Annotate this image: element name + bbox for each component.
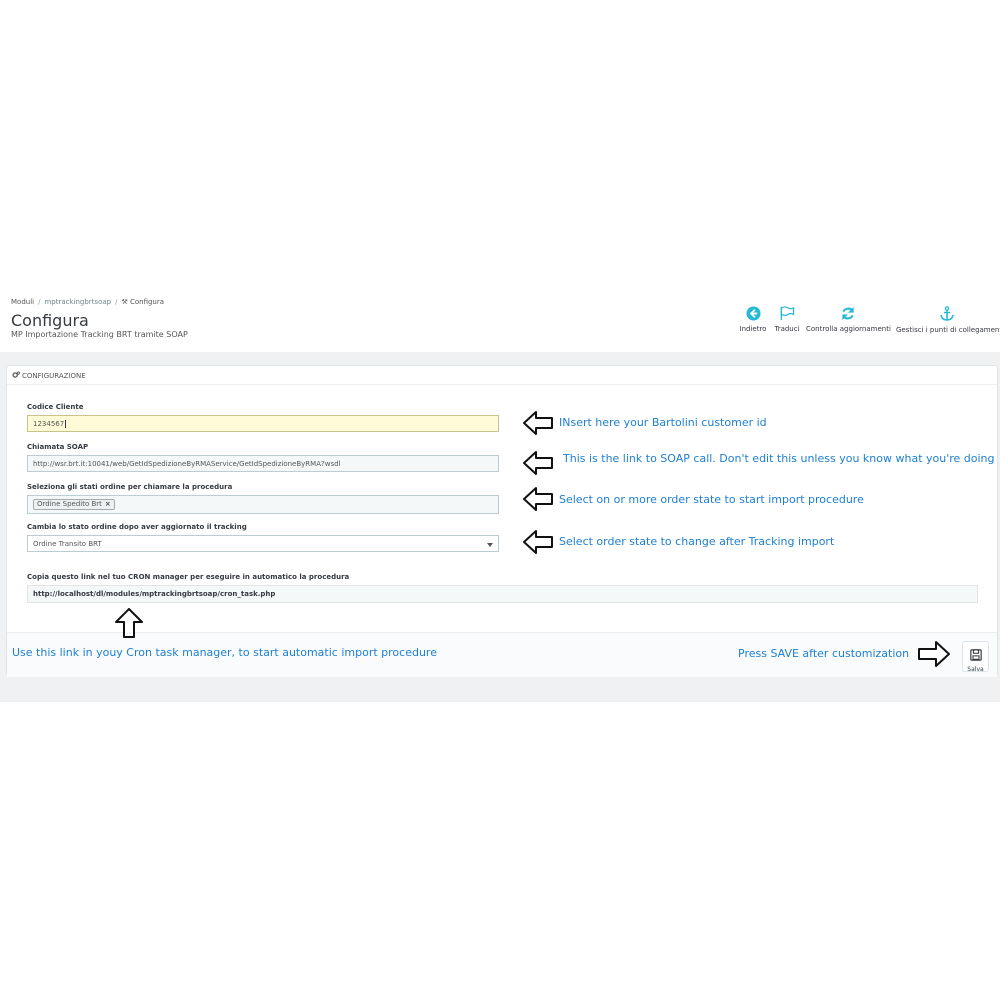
arrow-left-icon <box>523 487 553 511</box>
check-updates-button[interactable]: Controlla aggiornamenti <box>806 306 891 342</box>
customer-code-input[interactable]: 1234567 <box>27 415 499 432</box>
customer-code-value: 1234567 <box>33 420 65 428</box>
translate-button[interactable]: Traduci <box>772 306 802 342</box>
breadcrumb-item-module[interactable]: mptrackingbrtsoap <box>44 298 111 306</box>
save-label: Salva <box>967 666 984 673</box>
save-button[interactable]: Salva <box>962 641 989 673</box>
panel-heading-text: CONFIGURAZIONE <box>22 372 86 380</box>
check-updates-label: Controlla aggiornamenti <box>806 325 891 333</box>
breadcrumb-item-modules[interactable]: Moduli <box>11 298 34 306</box>
configuration-panel: CONFIGURAZIONE Codice Cliente 1234567 Ch… <box>6 365 998 677</box>
back-label: Indietro <box>739 325 767 333</box>
breadcrumb-item-configure: Configura <box>129 298 165 306</box>
cogs-icon <box>12 371 20 378</box>
note-customer-id: INsert here your Bartolini customer id <box>559 416 767 429</box>
page-title: Configura <box>11 311 89 330</box>
page-subtitle: MP Importazione Tracking BRT tramite SOA… <box>11 330 188 339</box>
breadcrumb: Moduli / mptrackingbrtsoap / ⚒ Configura <box>11 298 165 306</box>
floppy-icon <box>969 649 982 661</box>
note-soap-link: This is the link to SOAP call. Don't edi… <box>563 452 995 465</box>
cron-link-label: Copia questo link nel tuo CRON manager p… <box>27 573 350 581</box>
note-change-state: Select order state to change after Track… <box>559 535 835 548</box>
change-state-select[interactable]: Ordine Transito BRT <box>27 535 499 552</box>
flag-icon <box>780 306 795 321</box>
cron-link-input[interactable]: http://localhost/dl/modules/mptrackingbr… <box>27 585 978 603</box>
back-circle-icon <box>745 306 761 321</box>
wrench-icon: ⚒ <box>121 298 130 306</box>
refresh-icon <box>842 306 854 321</box>
order-states-multiselect[interactable]: Ordine Spedito Brt × <box>27 495 499 514</box>
order-states-label: Seleziona gli stati ordine per chiamare … <box>27 483 233 491</box>
arrow-right-icon <box>918 641 950 667</box>
panel-heading: CONFIGURAZIONE <box>7 366 997 385</box>
arrow-up-icon <box>115 608 143 638</box>
screenshot-area: Moduli / mptrackingbrtsoap / ⚒ Configura Con… <box>0 292 1000 702</box>
note-save: Press SAVE after customization <box>738 647 910 660</box>
manage-hooks-button[interactable]: Gestisci i punti di collegamento <box>896 306 1000 342</box>
order-state-tag: Ordine Spedito Brt × <box>33 499 115 510</box>
change-state-label: Cambia lo stato ordine dopo aver aggiorn… <box>27 523 247 531</box>
cron-link-value: http://localhost/dl/modules/mptrackingbr… <box>33 590 276 598</box>
anchor-icon <box>940 306 954 321</box>
remove-tag-icon[interactable]: × <box>105 500 111 508</box>
arrow-left-icon <box>523 411 553 435</box>
translate-label: Traduci <box>774 325 800 333</box>
change-state-value: Ordine Transito BRT <box>33 540 102 548</box>
arrow-left-icon <box>523 451 553 475</box>
soap-call-input[interactable]: http://wsr.brt.it:10041/web/GetIdSpedizi… <box>27 455 499 472</box>
customer-code-label: Codice Cliente <box>27 403 84 411</box>
note-cron: Use this link in youy Cron task manager,… <box>12 646 437 659</box>
order-state-tag-label: Ordine Spedito Brt <box>37 500 102 508</box>
manage-hooks-label: Gestisci i punti di collegamento <box>896 326 1000 334</box>
chevron-down-icon <box>487 543 493 547</box>
note-order-state: Select on or more order state to start i… <box>559 493 864 506</box>
soap-call-label: Chiamata SOAP <box>27 443 89 451</box>
back-button[interactable]: Indietro <box>736 306 770 342</box>
soap-call-value: http://wsr.brt.it:10041/web/GetIdSpedizi… <box>33 460 341 468</box>
page-header: Moduli / mptrackingbrtsoap / ⚒ Configura Con… <box>0 292 1000 352</box>
arrow-left-icon <box>523 530 553 554</box>
